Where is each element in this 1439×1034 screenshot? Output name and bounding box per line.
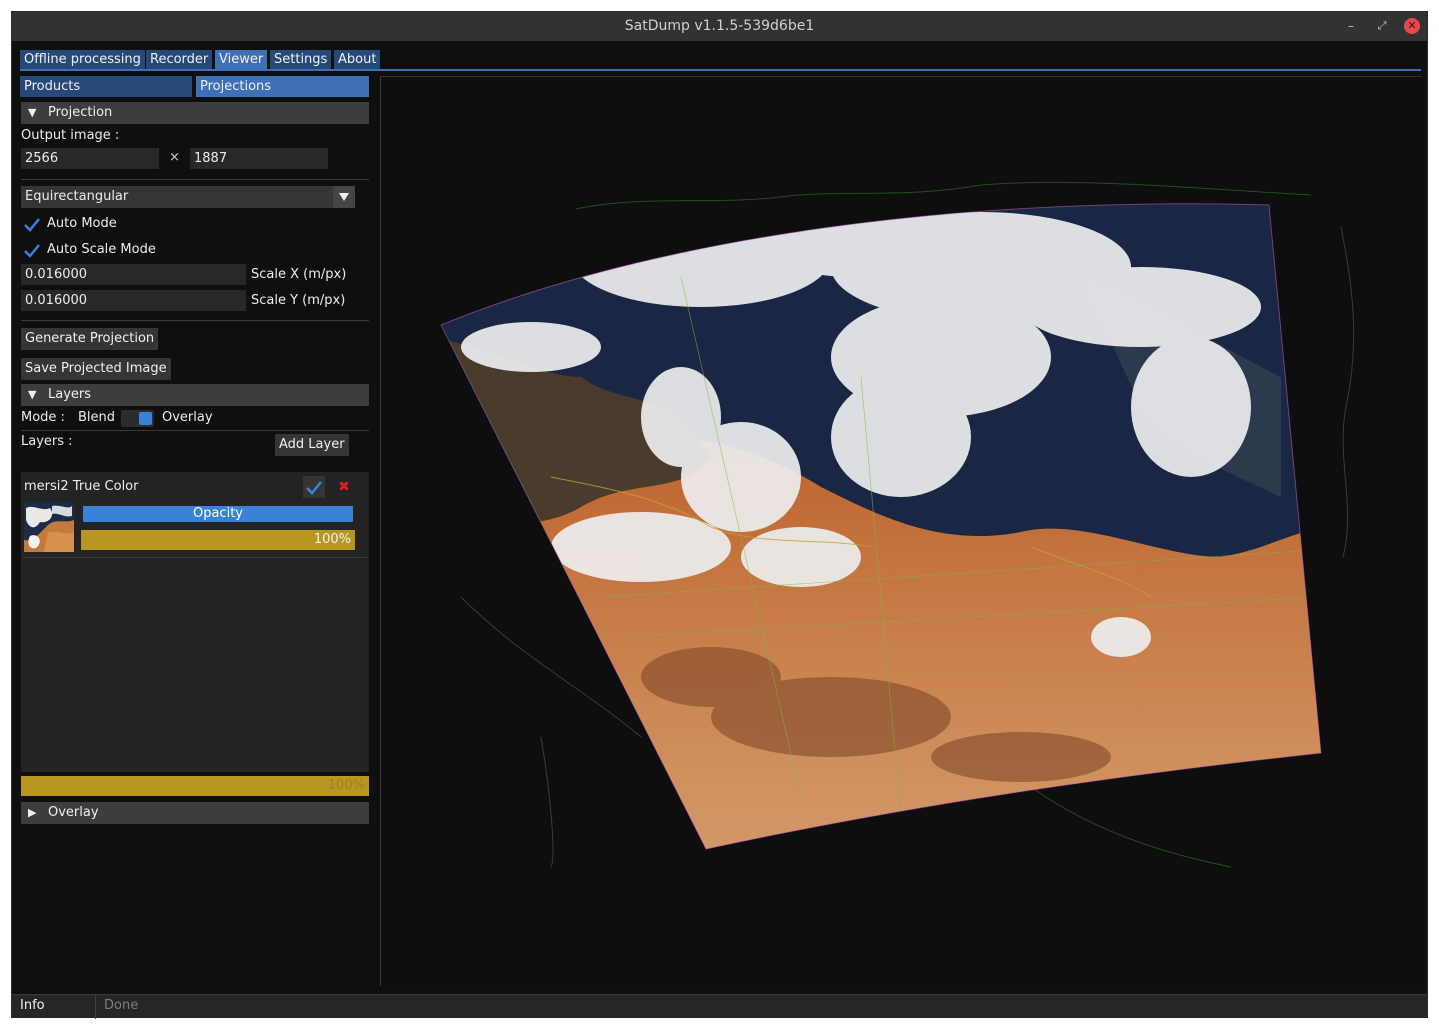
layer-enable-checkbox[interactable] (303, 476, 325, 498)
opacity-slider[interactable]: Opacity (83, 506, 353, 522)
collapse-arrow-icon: ▼ (28, 388, 37, 401)
collapse-arrow-icon: ▼ (28, 106, 37, 119)
close-button[interactable]: ✕ (1404, 18, 1420, 34)
projection-viewer[interactable] (380, 76, 1422, 986)
divider (23, 557, 367, 558)
add-layer-button[interactable]: Add Layer (275, 434, 349, 456)
mode-toggle[interactable] (121, 410, 154, 427)
auto-scale-mode-checkbox[interactable] (22, 240, 42, 260)
title-bar: SatDump v1.1.5-539d6be1 – ⤢ ✕ (12, 12, 1427, 41)
scale-x-label: Scale X (m/px) (251, 267, 347, 282)
divider (21, 320, 369, 321)
subtab-projections[interactable]: Projections (196, 76, 369, 97)
subtab-products[interactable]: Products (20, 76, 192, 97)
mode-label: Mode : (21, 410, 65, 425)
projection-header-label: Projection (48, 105, 113, 120)
maximize-button[interactable]: ⤢ (1374, 18, 1390, 34)
projection-type-select[interactable]: Equirectangular (21, 186, 355, 208)
divider (21, 430, 369, 431)
output-image-label: Output image : (21, 128, 120, 143)
window-title: SatDump v1.1.5-539d6be1 (624, 18, 815, 34)
tab-settings[interactable]: Settings (270, 50, 332, 70)
auto-mode-label: Auto Mode (47, 216, 117, 231)
times-symbol: × (169, 150, 180, 165)
delete-layer-icon[interactable]: ✖ (334, 477, 354, 497)
status-message: Done (104, 998, 139, 1013)
overall-progress-bar: 100% (21, 776, 369, 796)
overlay-header-label: Overlay (48, 805, 99, 820)
minimize-button[interactable]: – (1343, 18, 1359, 34)
tab-viewer[interactable]: Viewer (215, 50, 268, 70)
status-label: Info (20, 998, 45, 1013)
auto-mode-checkbox[interactable] (22, 214, 42, 234)
mode-blend-label: Blend (78, 410, 116, 425)
layers-header-label: Layers (48, 387, 92, 402)
layers-header[interactable]: ▼ Layers (21, 384, 369, 406)
layer-progress-bar: 100% (81, 530, 355, 550)
progress-text: 100% (327, 778, 365, 793)
scale-x-input[interactable]: 0.016000 (21, 264, 246, 285)
chevron-down-icon[interactable] (333, 186, 355, 208)
progress-text: 100% (313, 532, 351, 547)
layers-label: Layers : (21, 434, 73, 449)
tab-recorder[interactable]: Recorder (146, 50, 213, 70)
mode-overlay-label: Overlay (162, 410, 213, 425)
opacity-label: Opacity (192, 506, 243, 521)
overlay-header[interactable]: ▶ Overlay (21, 802, 369, 824)
divider (21, 179, 369, 180)
layer-thumbnail (24, 502, 74, 552)
projected-image (440, 181, 1355, 868)
projection-header[interactable]: ▼ Projection (21, 102, 369, 124)
projection-panel: Products Projections ▼ Projection Output… (20, 76, 370, 994)
tab-about[interactable]: About (334, 50, 381, 70)
layer-name: mersi2 True Color (24, 479, 139, 494)
expand-arrow-icon: ▶ (28, 806, 37, 819)
tab-underline (20, 69, 1421, 71)
scale-y-input[interactable]: 0.016000 (21, 290, 246, 311)
tab-offline-processing[interactable]: Offline processing (20, 50, 145, 70)
app-window: SatDump v1.1.5-539d6be1 – ⤢ ✕ Offline pr… (11, 11, 1428, 1019)
generate-projection-button[interactable]: Generate Projection (21, 328, 159, 350)
toggle-knob (139, 412, 152, 425)
progress-fill (21, 776, 369, 796)
layers-list: mersi2 True Color ✖ Opacity 100% (21, 472, 369, 772)
output-width-input[interactable]: 2566 (21, 148, 159, 169)
status-bar: Info Done (12, 994, 1427, 1019)
status-divider (95, 995, 96, 1019)
save-projected-image-button[interactable]: Save Projected Image (21, 358, 171, 380)
scale-y-label: Scale Y (m/px) (251, 293, 346, 308)
output-height-input[interactable]: 1887 (190, 148, 328, 169)
auto-scale-mode-label: Auto Scale Mode (47, 242, 156, 257)
